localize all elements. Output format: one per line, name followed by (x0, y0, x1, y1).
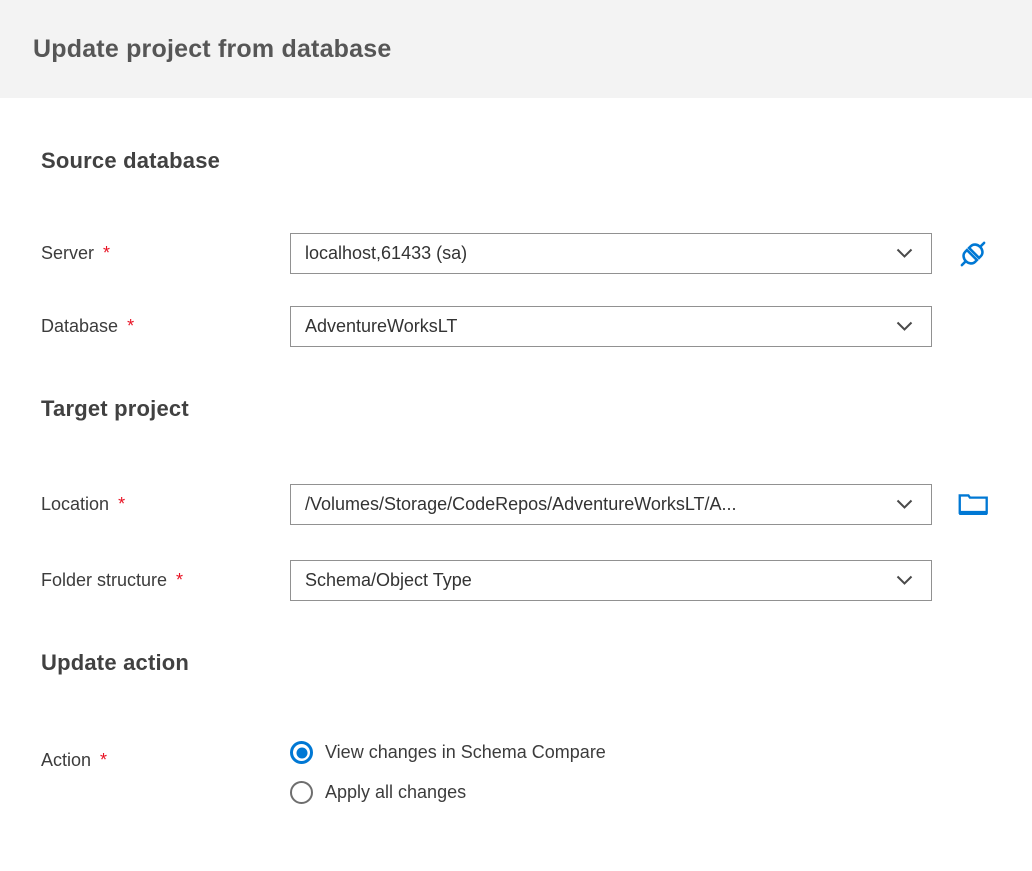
chevron-down-icon (896, 248, 913, 258)
radio-apply-all[interactable]: Apply all changes (290, 781, 606, 804)
server-label: Server * (41, 243, 111, 263)
server-dropdown[interactable]: localhost,61433 (sa) (290, 233, 932, 274)
database-dropdown-value: AdventureWorksLT (305, 316, 458, 336)
folder-icon (958, 494, 988, 515)
required-asterisk: * (176, 570, 184, 590)
radio-button-icon (290, 781, 313, 804)
required-asterisk: * (118, 494, 126, 514)
chevron-down-icon (896, 575, 913, 585)
required-asterisk: * (103, 243, 111, 263)
radio-apply-all-label: Apply all changes (325, 782, 467, 802)
server-row: Server * localhost,61433 (sa) (41, 233, 1032, 274)
chevron-down-icon (896, 321, 913, 331)
server-dropdown-value: localhost,61433 (sa) (305, 243, 468, 263)
folder-structure-dropdown[interactable]: Schema/Object Type (290, 560, 932, 601)
required-asterisk: * (100, 750, 108, 770)
chevron-down-icon (896, 499, 913, 509)
radio-button-icon (290, 741, 313, 764)
browse-folder-button[interactable] (954, 486, 992, 524)
location-dropdown[interactable]: /Volumes/Storage/CodeRepos/AdventureWork… (290, 484, 932, 525)
radio-view-changes[interactable]: View changes in Schema Compare (290, 741, 606, 764)
location-dropdown-value: /Volumes/Storage/CodeRepos/AdventureWork… (305, 494, 737, 514)
section-heading-update-action: Update action (41, 650, 190, 675)
connect-plug-icon (960, 241, 986, 266)
dialog-title: Update project from database (33, 34, 392, 63)
folder-structure-dropdown-value: Schema/Object Type (305, 570, 472, 590)
action-row: Action * View changes in Schema Compare A… (41, 741, 1032, 821)
database-label: Database * (41, 316, 135, 336)
folder-structure-row: Folder structure * Schema/Object Type (41, 560, 1032, 601)
folder-structure-label: Folder structure * (41, 570, 184, 590)
database-dropdown[interactable]: AdventureWorksLT (290, 306, 932, 347)
database-row: Database * AdventureWorksLT (41, 306, 1032, 347)
section-heading-target-project: Target project (41, 396, 189, 421)
location-label: Location * (41, 494, 126, 514)
location-row: Location * /Volumes/Storage/CodeRepos/Adv… (41, 484, 1032, 525)
action-radio-group: View changes in Schema Compare Apply all… (290, 741, 606, 804)
radio-view-changes-label: View changes in Schema Compare (325, 742, 606, 762)
section-heading-source-database: Source database (41, 148, 221, 173)
update-project-dialog: Update project from database Source data… (0, 0, 1032, 871)
dialog-header: Update project from database (0, 0, 1032, 98)
connect-button[interactable] (954, 235, 992, 273)
action-label: Action * (41, 750, 108, 770)
required-asterisk: * (127, 316, 135, 336)
